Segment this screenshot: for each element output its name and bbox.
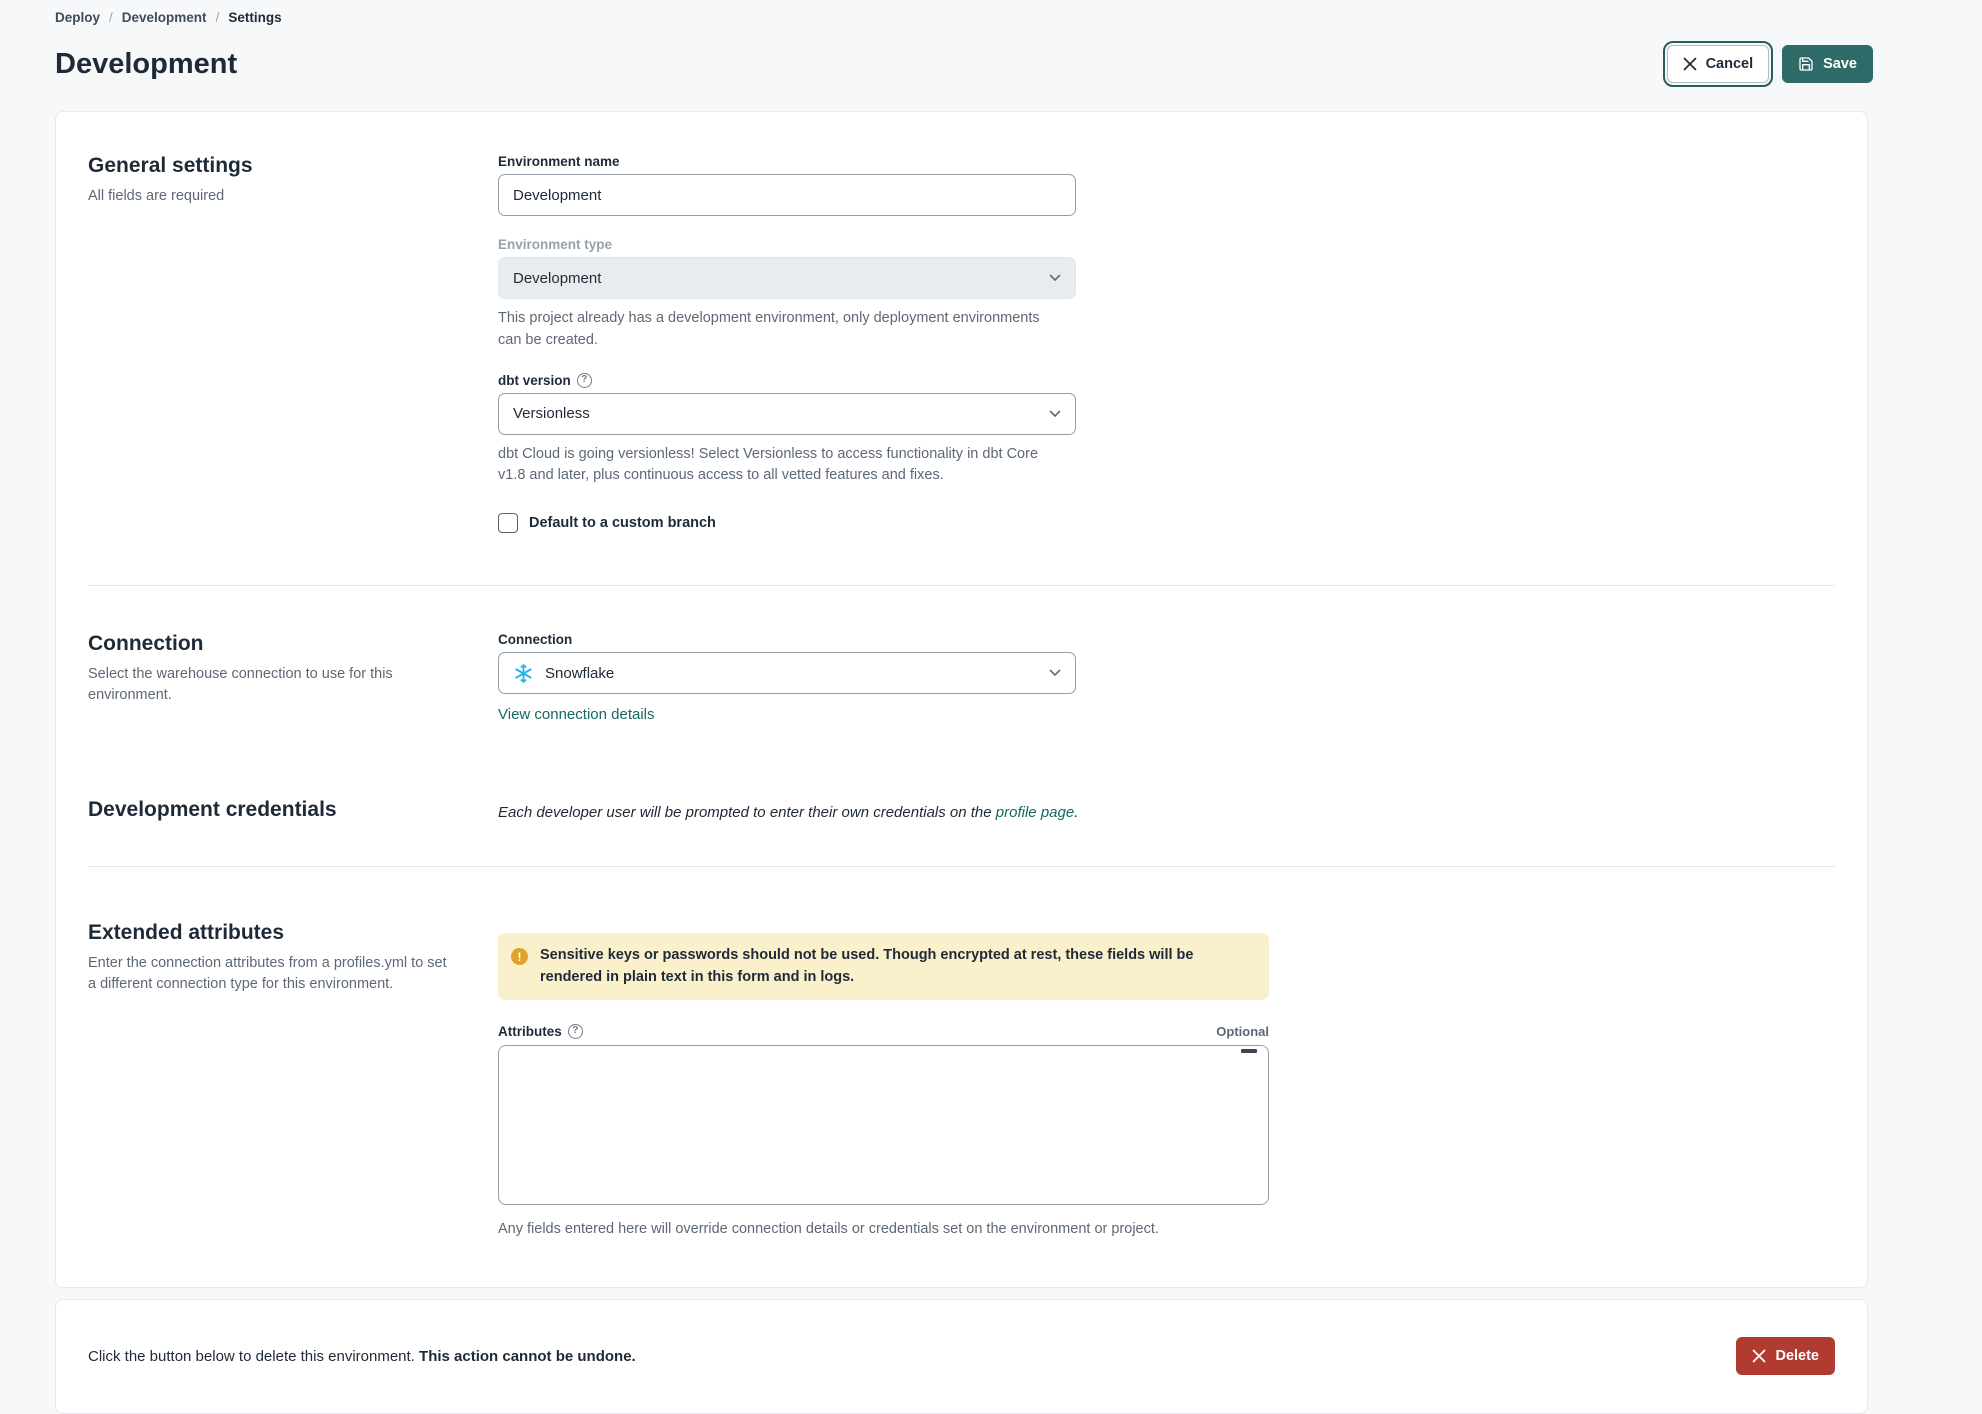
- profile-page-link[interactable]: profile page: [996, 804, 1074, 821]
- attributes-textarea[interactable]: [498, 1044, 1269, 1205]
- connection-subheading: Select the warehouse connection to use f…: [88, 666, 393, 704]
- environment-type-value: Development: [513, 269, 602, 287]
- cancel-button-label: Cancel: [1705, 56, 1754, 72]
- warning-icon: !: [511, 948, 528, 965]
- environment-type-select: Development: [498, 257, 1076, 299]
- section-development-credentials: Development credentials Each developer u…: [88, 782, 1835, 866]
- sensitive-keys-warning-banner: ! Sensitive keys or passwords should not…: [498, 933, 1269, 1000]
- warning-text: Sensitive keys or passwords should not b…: [540, 947, 1194, 986]
- page-title: Development: [55, 47, 238, 80]
- help-icon[interactable]: ?: [576, 372, 592, 388]
- page-header: Deploy / Development / Settings Developm…: [55, 0, 1873, 87]
- environment-name-group: Environment name: [498, 154, 1076, 216]
- delete-button[interactable]: Delete: [1736, 1337, 1835, 1376]
- connection-select[interactable]: Snowflake: [498, 652, 1076, 694]
- attributes-label: Attributes ?: [498, 1023, 583, 1039]
- credentials-note-period: .: [1074, 804, 1079, 821]
- custom-branch-label: Default to a custom branch: [529, 515, 716, 531]
- breadcrumb-deploy[interactable]: Deploy: [55, 10, 100, 25]
- close-icon: [1683, 57, 1696, 71]
- delete-button-label: Delete: [1775, 1348, 1819, 1365]
- help-icon[interactable]: ?: [567, 1023, 583, 1039]
- environment-name-input[interactable]: [498, 174, 1076, 216]
- save-button-label: Save: [1823, 56, 1857, 72]
- optional-badge: Optional: [1216, 1023, 1269, 1039]
- chevron-down-icon: [1049, 410, 1061, 417]
- credentials-note-text: Each developer user will be prompted to …: [498, 804, 996, 821]
- attributes-help-text: Any fields entered here will override co…: [498, 1220, 1159, 1237]
- breadcrumb-separator: /: [215, 10, 220, 25]
- development-credentials-heading: Development credentials: [88, 798, 337, 821]
- dbt-version-group: dbt version ? Versionless dbt Cloud is g…: [498, 372, 1076, 488]
- environment-name-label: Environment name: [498, 154, 620, 169]
- dbt-version-label-text: dbt version: [498, 372, 571, 388]
- connection-field-label: Connection: [498, 632, 573, 647]
- connection-heading: Connection: [88, 632, 204, 655]
- chevron-down-icon: [1049, 274, 1061, 282]
- dbt-version-help: dbt Cloud is going versionless! Select V…: [498, 445, 1039, 484]
- delete-text-bold: This action cannot be undone.: [419, 1347, 636, 1365]
- breadcrumb-development[interactable]: Development: [122, 10, 207, 25]
- chevron-down-icon: [1049, 669, 1061, 677]
- general-settings-subheading: All fields are required: [88, 188, 225, 204]
- breadcrumb: Deploy / Development / Settings: [55, 10, 1873, 25]
- extended-attributes-subheading: Enter the connection attributes from a p…: [88, 955, 447, 993]
- delete-environment-text: Click the button below to delete this en…: [88, 1348, 636, 1365]
- view-connection-details-link[interactable]: View connection details: [498, 706, 655, 723]
- attributes-label-text: Attributes: [498, 1023, 562, 1039]
- extended-attributes-heading: Extended attributes: [88, 921, 285, 944]
- section-extended-attributes: Extended attributes Enter the connection…: [88, 866, 1835, 1287]
- dbt-version-value: Versionless: [513, 405, 590, 422]
- cancel-button[interactable]: Cancel: [1662, 41, 1774, 87]
- snowflake-icon: [515, 663, 532, 683]
- delete-environment-card: Click the button below to delete this en…: [55, 1298, 1868, 1414]
- connection-value: Snowflake: [545, 664, 615, 682]
- header-actions: Cancel Save: [1662, 41, 1873, 87]
- section-general-settings: General settings All fields are required…: [88, 112, 1835, 585]
- close-icon: [1753, 1350, 1766, 1363]
- breadcrumb-separator: /: [109, 10, 113, 25]
- custom-branch-checkbox[interactable]: [498, 513, 518, 533]
- environment-type-help: This project already has a development e…: [498, 310, 1040, 348]
- credentials-note: Each developer user will be prompted to …: [498, 804, 1078, 821]
- custom-branch-row[interactable]: Default to a custom branch: [498, 513, 1076, 533]
- environment-type-group: Environment type Development This projec…: [498, 237, 1076, 352]
- delete-text-normal: Click the button below to delete this en…: [88, 1347, 420, 1365]
- save-icon: [1799, 57, 1813, 71]
- breadcrumb-settings: Settings: [228, 10, 282, 25]
- environment-type-label: Environment type: [498, 237, 613, 252]
- save-button[interactable]: Save: [1782, 45, 1873, 83]
- settings-card: General settings All fields are required…: [55, 111, 1868, 1288]
- general-settings-heading: General settings: [88, 154, 253, 177]
- dbt-version-select[interactable]: Versionless: [498, 392, 1076, 435]
- section-connection: Connection Select the warehouse connecti…: [88, 585, 1835, 782]
- dbt-version-label: dbt version ?: [498, 372, 1076, 388]
